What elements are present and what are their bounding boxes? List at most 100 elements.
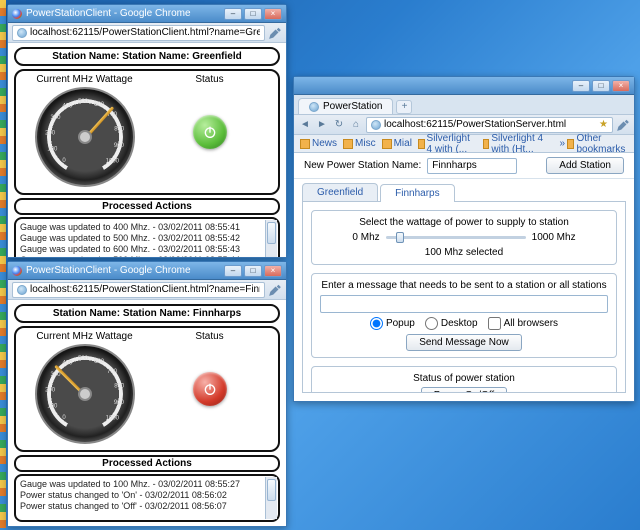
folder-icon <box>483 139 490 149</box>
folder-icon <box>300 139 310 149</box>
address-bar[interactable]: ★ <box>366 117 613 133</box>
slider-readout: 100 Mhz selected <box>320 247 608 258</box>
wattage-prompt: Select the wattage of power to supply to… <box>320 217 608 228</box>
gauge-tick-label: 200 <box>45 387 55 393</box>
maximize-button[interactable]: □ <box>592 80 610 92</box>
slider-max-label: 1000 Mhz <box>532 232 576 243</box>
mhz-gauge: 01002003004005006007008009001000 <box>35 87 135 187</box>
reload-icon[interactable]: ↻ <box>332 118 346 132</box>
processed-log[interactable]: Gauge was updated to 400 Mhz. - 03/02/20… <box>14 217 280 257</box>
gauge-tick-label: 300 <box>50 115 60 121</box>
bookmark-item[interactable]: News <box>300 138 337 149</box>
wrench-icon[interactable] <box>268 26 282 40</box>
log-line: Gauge was updated to 400 Mhz. - 03/02/20… <box>20 222 262 233</box>
log-line: Gauge was updated to 100 Mhz. - 03/02/20… <box>20 479 262 490</box>
radio-popup-input[interactable] <box>370 317 383 330</box>
maximize-button[interactable]: □ <box>244 8 262 20</box>
slider-thumb[interactable] <box>396 232 404 243</box>
log-line: Power status changed to 'Off' - 03/02/20… <box>20 501 262 512</box>
globe-icon <box>17 28 27 38</box>
gauge-tick-label: 500 <box>77 99 87 105</box>
new-tab-button[interactable]: + <box>396 100 412 114</box>
close-button[interactable]: × <box>612 80 630 92</box>
maximize-button[interactable]: □ <box>244 265 262 277</box>
browser-tabstrip: PowerStation + <box>294 95 634 115</box>
send-message-button[interactable]: Send Message Now <box>406 334 522 351</box>
minimize-button[interactable]: – <box>224 8 242 20</box>
radio-desktop[interactable]: Desktop <box>425 317 478 330</box>
server-titlebar[interactable]: – □ × <box>294 77 634 95</box>
wrench-icon[interactable] <box>268 283 282 297</box>
power-button[interactable] <box>193 372 227 406</box>
close-button[interactable]: × <box>264 265 282 277</box>
log-line: Gauge was updated to 600 Mhz. - 03/02/20… <box>20 244 262 255</box>
log-line: Gauge was updated to 500 Mhz. - 03/02/20… <box>20 233 262 244</box>
wattage-label: Current MHz Wattage <box>22 331 147 342</box>
gauge-tick-label: 1000 <box>105 416 118 422</box>
server-window: – □ × PowerStation + ◄ ► ↻ ⌂ ★ News Misc… <box>293 76 635 402</box>
bookmark-item[interactable]: » Other bookmarks <box>560 133 628 155</box>
back-icon[interactable]: ◄ <box>298 118 312 132</box>
gauge-tick-label: 800 <box>114 384 124 390</box>
globe-icon <box>309 102 319 112</box>
radio-desktop-input[interactable] <box>425 317 438 330</box>
gauge-tick-label: 600 <box>94 359 104 365</box>
address-bar[interactable] <box>12 25 265 41</box>
gauge-tick-label: 900 <box>113 400 123 406</box>
processed-log[interactable]: Gauge was updated to 100 Mhz. - 03/02/20… <box>14 474 280 522</box>
station-tab[interactable]: Greenfield <box>302 183 378 201</box>
minimize-button[interactable]: – <box>224 265 242 277</box>
minimize-button[interactable]: – <box>572 80 590 92</box>
gauge-tick-label: 800 <box>114 127 124 133</box>
status-col: Status <box>147 331 272 444</box>
url-input[interactable] <box>30 284 260 295</box>
status-col: Status <box>147 74 272 187</box>
slider-track[interactable] <box>386 236 526 239</box>
bookmark-item[interactable]: Misc <box>343 138 376 149</box>
gauge-tick-label: 600 <box>94 102 104 108</box>
window-controls: – □ × <box>224 265 282 277</box>
station-tab[interactable]: Finnharps <box>380 184 454 202</box>
chk-all-input[interactable] <box>488 317 501 330</box>
client1-window: PowerStationClient - Google Chrome – □ ×… <box>7 4 287 258</box>
log-scrollbar[interactable] <box>265 220 277 257</box>
chk-all-browsers[interactable]: All browsers <box>488 317 558 330</box>
gauge-tick-label: 100 <box>47 147 57 153</box>
wattage-slider[interactable]: 0 Mhz 1000 Mhz <box>320 232 608 243</box>
gauge-panel: Current MHz Wattage 01002003004005006007… <box>14 326 280 452</box>
client1-titlebar[interactable]: PowerStationClient - Google Chrome – □ × <box>8 5 286 23</box>
browser-tab[interactable]: PowerStation <box>298 98 393 114</box>
bookmark-item[interactable]: Mial <box>382 138 412 149</box>
desktop-launcher <box>0 0 6 530</box>
bookmark-star-icon[interactable]: ★ <box>599 119 608 130</box>
window-controls: – □ × <box>224 8 282 20</box>
bookmark-item[interactable]: Silverlight 4 with (Ht... <box>483 133 548 155</box>
add-station-button[interactable]: Add Station <box>546 157 624 174</box>
forward-icon[interactable]: ► <box>315 118 329 132</box>
status-label: Status <box>147 74 272 85</box>
url-input[interactable] <box>30 27 260 38</box>
address-bar[interactable] <box>12 282 265 298</box>
client1-title: PowerStationClient - Google Chrome <box>26 8 224 19</box>
log-line: Power status changed to 'On' - 03/02/201… <box>20 490 262 501</box>
client1-toolbar <box>8 23 286 43</box>
gauge-tick-label: 1000 <box>105 159 118 165</box>
folder-icon <box>343 139 353 149</box>
client2-titlebar[interactable]: PowerStationClient - Google Chrome – □ × <box>8 262 286 280</box>
bookmark-item[interactable]: Silverlight 4 with (... <box>418 133 477 155</box>
power-toggle-button[interactable]: Power On/Off <box>421 387 507 393</box>
message-input[interactable] <box>320 295 608 313</box>
folder-icon <box>567 139 574 149</box>
power-button[interactable] <box>193 115 227 149</box>
home-icon[interactable]: ⌂ <box>349 118 363 132</box>
url-input[interactable] <box>384 119 596 130</box>
new-station-input[interactable] <box>427 158 517 174</box>
log-scrollbar[interactable] <box>265 477 277 519</box>
gauge-tick-label: 0 <box>62 158 65 164</box>
gauge-tick-label: 400 <box>62 361 72 367</box>
new-station-label: New Power Station Name: <box>304 160 421 171</box>
client2-title: PowerStationClient - Google Chrome <box>26 265 224 276</box>
close-button[interactable]: × <box>264 8 282 20</box>
radio-popup[interactable]: Popup <box>370 317 415 330</box>
wrench-icon[interactable] <box>616 118 630 132</box>
